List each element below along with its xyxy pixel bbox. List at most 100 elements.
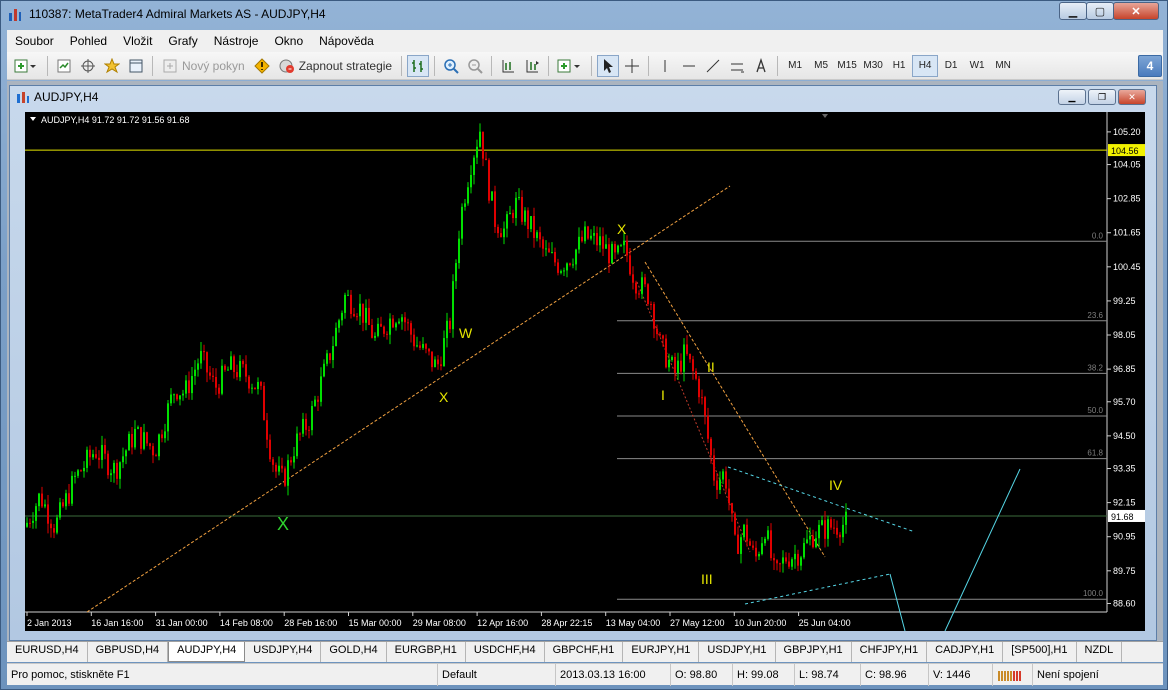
new-chart-button[interactable]: [8, 55, 42, 77]
price-tick-label: 96.85: [1113, 364, 1136, 374]
chart-tab[interactable]: CHFJPY,H1: [852, 642, 928, 662]
trendline-button[interactable]: [702, 55, 724, 77]
candle-body: [809, 535, 811, 540]
indicators-button[interactable]: [554, 55, 586, 77]
chart-maximize-button[interactable]: ❐: [1088, 89, 1116, 105]
candle-body: [221, 365, 223, 394]
timeframe-m1[interactable]: M1: [782, 55, 808, 77]
toolbar-separator: [491, 55, 493, 76]
zoom-in-button[interactable]: [440, 55, 462, 77]
cursor-button[interactable]: [597, 54, 620, 77]
equidistant-channel-button[interactable]: [726, 55, 748, 77]
menu-charts[interactable]: Grafy: [160, 34, 205, 48]
candle-body: [371, 324, 373, 338]
candle-body: [833, 527, 835, 529]
menu-window[interactable]: Okno: [266, 34, 311, 48]
terminal-button[interactable]: [125, 55, 147, 77]
zoom-out-button[interactable]: [464, 55, 486, 77]
chart-tab[interactable]: AUDJPY,H4: [168, 642, 246, 662]
text-label-button[interactable]: [750, 55, 772, 77]
time-tick-label: 31 Jan 00:00: [156, 618, 208, 628]
alert-button[interactable]: [251, 55, 273, 77]
timeframe-m15[interactable]: M15: [834, 55, 860, 77]
market-watch-button[interactable]: [53, 55, 75, 77]
candle-body: [161, 434, 163, 439]
help-button[interactable]: 4: [1138, 54, 1162, 77]
chart-close-button[interactable]: ✕: [1118, 89, 1146, 105]
chart-shift-button[interactable]: [497, 55, 519, 77]
candle-body: [506, 214, 508, 229]
chart-tab[interactable]: NZDL: [1077, 642, 1123, 662]
horizontal-line-button[interactable]: [678, 55, 700, 77]
candle-body: [167, 403, 169, 432]
candle-body: [638, 293, 640, 295]
autoscroll-button[interactable]: [521, 55, 543, 77]
candle-body: [323, 363, 325, 377]
vertical-line-button[interactable]: [654, 55, 676, 77]
toolbar-separator: [434, 55, 436, 76]
close-button[interactable]: ✕: [1113, 2, 1159, 20]
minimize-button[interactable]: ▁: [1059, 2, 1087, 20]
candle-body: [761, 543, 763, 555]
candle-body: [776, 560, 778, 564]
market-watch-icon: [57, 59, 71, 72]
chart-tab[interactable]: GBPCHF,H1: [545, 642, 624, 662]
chart-tab[interactable]: USDJPY,H4: [245, 642, 322, 662]
candle-body: [845, 511, 847, 525]
bar-chart-button[interactable]: [407, 54, 430, 77]
chart-tab[interactable]: GBPUSD,H4: [88, 642, 169, 662]
candle-body: [728, 488, 730, 504]
timeframe-d1[interactable]: D1: [938, 55, 964, 77]
time-tick-label: 10 Jun 20:00: [734, 618, 786, 628]
timeframe-h4[interactable]: H4: [912, 54, 939, 77]
chart-tab[interactable]: GOLD,H4: [321, 642, 387, 662]
candle-body: [215, 376, 217, 388]
candle-body: [674, 356, 676, 374]
autotrading-button[interactable]: Zapnout strategie: [275, 55, 396, 77]
candle-body: [815, 538, 817, 548]
crosshair-button[interactable]: [621, 55, 643, 77]
candle-body: [812, 535, 814, 548]
chart-tab[interactable]: CADJPY,H1: [927, 642, 1004, 662]
chart-tab[interactable]: EURUSD,H4: [7, 642, 88, 662]
candle-body: [92, 454, 94, 458]
candle-body: [350, 294, 352, 314]
candle-body: [476, 146, 478, 158]
menu-file[interactable]: Soubor: [7, 34, 62, 48]
timeframe-mn[interactable]: MN: [990, 55, 1016, 77]
candle-body: [194, 369, 196, 377]
timeframe-m5[interactable]: M5: [808, 55, 834, 77]
candle-body: [548, 248, 550, 253]
timeframe-m30[interactable]: M30: [860, 55, 886, 77]
navigator-button[interactable]: [77, 55, 99, 77]
candle-body: [509, 212, 511, 215]
chart-tab[interactable]: EURGBP,H1: [387, 642, 466, 662]
chart-tab[interactable]: USDCHF,H4: [466, 642, 545, 662]
candle-body: [410, 323, 412, 335]
candle-body: [383, 326, 385, 334]
crosshair-tool-icon: [625, 58, 640, 73]
candle-body: [263, 385, 265, 421]
new-order-button[interactable]: Nový pokyn: [158, 55, 249, 77]
candle-body: [242, 361, 244, 365]
price-tick-label: 94.50: [1113, 431, 1136, 441]
horizontal-line-icon: [683, 65, 696, 66]
chart-tab[interactable]: USDJPY,H1: [699, 642, 776, 662]
candle-body: [794, 553, 796, 560]
chart-tab[interactable]: GBPJPY,H1: [776, 642, 852, 662]
favorites-button[interactable]: [101, 55, 123, 77]
menu-tools[interactable]: Nástroje: [206, 34, 267, 48]
chart-tab[interactable]: [SP500],H1: [1003, 642, 1077, 662]
price-chart[interactable]: AUDJPY,H4 91.72 91.72 91.56 91.68 105.20 1…: [25, 112, 1145, 631]
candle-body: [536, 232, 538, 238]
menu-view[interactable]: Pohled: [62, 34, 115, 48]
chart-minimize-button[interactable]: ▁: [1058, 89, 1086, 105]
menu-help[interactable]: Nápověda: [311, 34, 382, 48]
menu-insert[interactable]: Vložit: [115, 34, 160, 48]
candle-body: [836, 527, 838, 535]
candle-body: [326, 353, 328, 364]
timeframe-w1[interactable]: W1: [964, 55, 990, 77]
timeframe-h1[interactable]: H1: [886, 55, 912, 77]
chart-tab[interactable]: EURJPY,H1: [623, 642, 700, 662]
maximize-button[interactable]: ▢: [1086, 2, 1114, 20]
